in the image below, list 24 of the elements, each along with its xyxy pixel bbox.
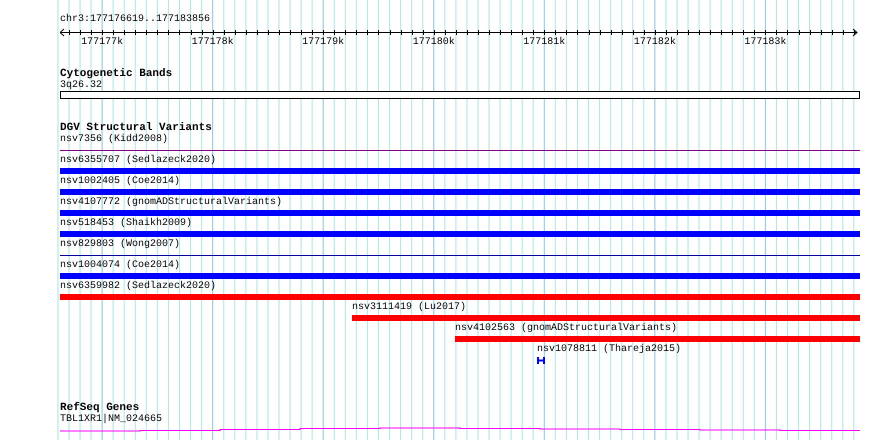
tick-label: 177180k bbox=[412, 37, 456, 49]
track-title: DGV Structural Variants bbox=[60, 122, 213, 134]
track-title: RefSeq Genes bbox=[60, 402, 140, 414]
tick-label: 177178k bbox=[190, 37, 235, 49]
feature-label: nsv6355707 (Sedlazeck2020) bbox=[60, 155, 216, 166]
tick-label: 177179k bbox=[301, 37, 346, 49]
tick-label: 177183k bbox=[743, 37, 788, 49]
feature-label: nsv1002405 (Coe2014) bbox=[60, 176, 180, 187]
feature-label: nsv6359982 (Sedlazeck2020) bbox=[60, 281, 216, 292]
feature-label: nsv4102563 (gnomADStructuralVariants) bbox=[455, 323, 678, 334]
feature-label: nsv829803 (Wong2007) bbox=[60, 239, 180, 250]
feature-label: nsv4107772 (gnomADStructuralVariants) bbox=[60, 197, 282, 208]
range-label: chr3:177176619..177183856 bbox=[60, 14, 212, 26]
feature-label: nsv1078811 (Thareja2015) bbox=[537, 344, 682, 355]
tick-label: 177182k bbox=[632, 37, 677, 49]
tick-label: 177181k bbox=[522, 37, 566, 49]
feature-label: nsv7356 (Kidd2008) bbox=[60, 134, 168, 145]
feature-label: nsv1004074 (Coe2014) bbox=[60, 260, 180, 271]
track-title: Cytogenetic Bands bbox=[60, 68, 174, 80]
feature-label: nsv518453 (Shaikh2009) bbox=[60, 218, 192, 229]
tick-label: 177177k bbox=[80, 37, 124, 49]
feature-label: 3q26.32 bbox=[60, 80, 102, 91]
feature-label: TBL1XR1|NM_024665 bbox=[60, 414, 162, 425]
feature-label: nsv3111419 (Lu2017) bbox=[352, 302, 466, 313]
